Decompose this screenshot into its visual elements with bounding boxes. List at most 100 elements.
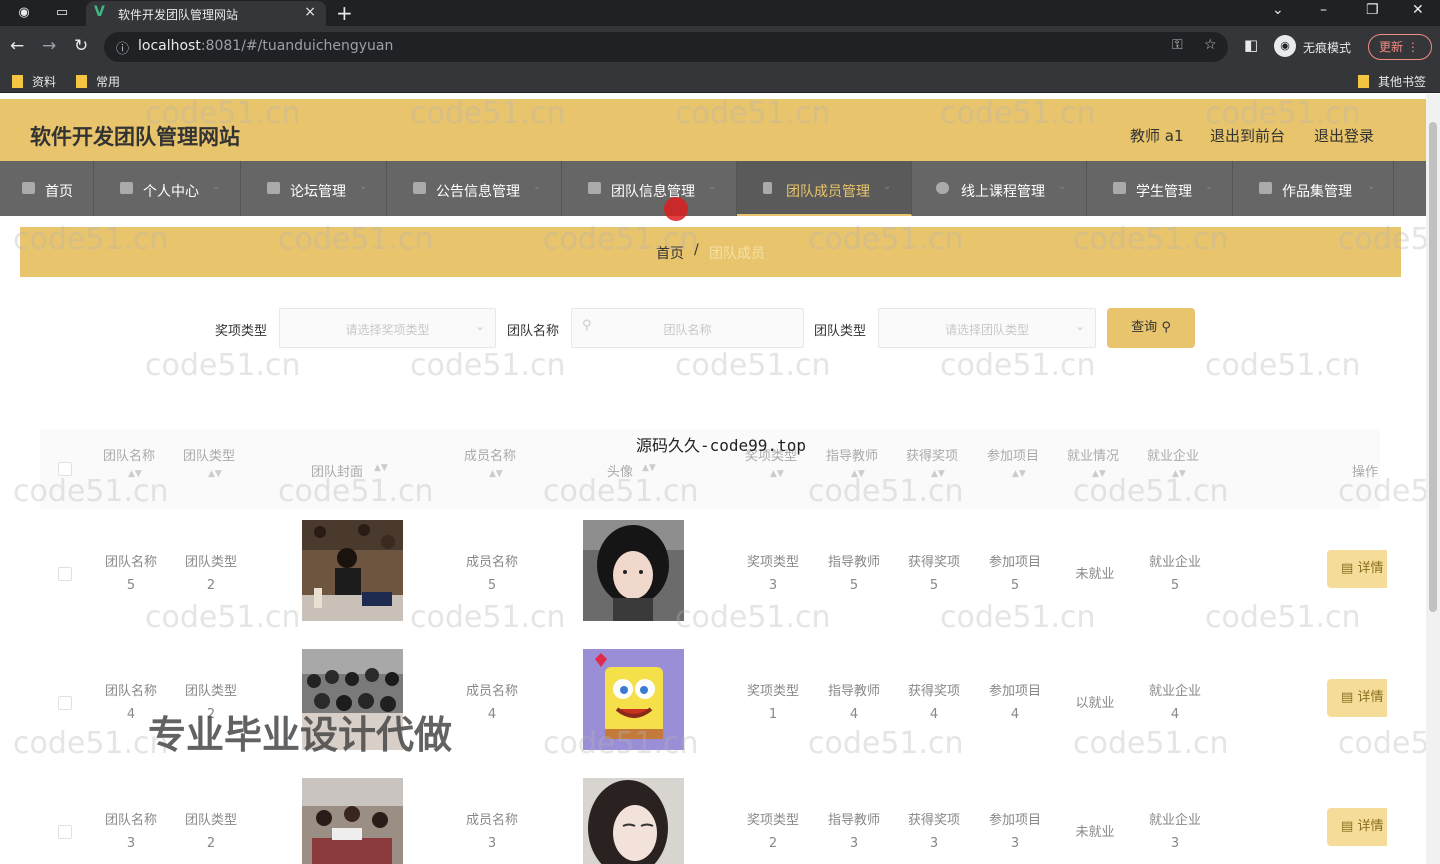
detail-button[interactable]: ▤ 详情: [1327, 550, 1387, 588]
avatar-image[interactable]: [583, 520, 684, 621]
breadcrumb-home[interactable]: 首页: [656, 243, 684, 263]
nav-item-students[interactable]: 学生管理 ⌄: [1087, 161, 1233, 216]
sort-icon[interactable]: ▲▼: [1172, 469, 1186, 479]
header-project[interactable]: 参加项目: [987, 445, 1039, 464]
portfolio-icon: [1259, 182, 1272, 194]
header-prize[interactable]: 获得奖项: [906, 445, 958, 464]
page-scrollbar[interactable]: [1426, 94, 1440, 864]
nav-item-portfolio[interactable]: 作品集管理 ⌄: [1233, 161, 1394, 216]
flag-icon: [1113, 182, 1126, 194]
query-button[interactable]: 查询 ⚲: [1107, 308, 1195, 348]
logout-link[interactable]: 退出登录: [1314, 125, 1374, 146]
avatar-image[interactable]: [583, 778, 684, 864]
cell-text: 团队类型: [184, 555, 237, 570]
nav-item-notice[interactable]: 公告信息管理 ⌄: [387, 161, 562, 216]
team-type-select[interactable]: 请选择团队类型 ⌄: [878, 308, 1096, 348]
cell-member-name: 成员名称 4: [452, 680, 532, 726]
header-employment[interactable]: 就业情况: [1067, 445, 1119, 464]
avatar-photo: [583, 649, 684, 750]
sort-icon[interactable]: ▲▼: [208, 469, 222, 479]
nav-item-profile[interactable]: 个人中心 ⌄: [94, 161, 241, 216]
key-icon[interactable]: ⚿: [1172, 37, 1183, 53]
header-member-name[interactable]: 成员名称: [464, 445, 516, 464]
close-tab-icon[interactable]: ×: [304, 4, 316, 20]
cell-employment: 未就业: [1055, 821, 1135, 844]
breadcrumb: 首页 / 团队成员: [20, 227, 1401, 277]
cell-text: 获得奖项: [907, 813, 960, 828]
nav-item-label: 团队成员管理: [786, 184, 870, 200]
bookmark-star-icon[interactable]: ☆: [1204, 37, 1217, 53]
nav-item-team-info[interactable]: 团队信息管理 ⌄: [562, 161, 737, 216]
detail-button[interactable]: ▤ 详情: [1327, 808, 1387, 846]
header-team-name[interactable]: 团队名称: [103, 445, 155, 464]
tab-list-chevron-icon[interactable]: ⌄: [1272, 2, 1284, 18]
team-cover-image[interactable]: [302, 520, 403, 621]
sort-icon[interactable]: ▲▼: [1012, 469, 1026, 479]
team-cover-image[interactable]: [302, 778, 403, 864]
nav-item-courses[interactable]: 线上课程管理 ⌄: [912, 161, 1087, 216]
cell-text: 团队类型: [184, 813, 237, 828]
nav-item-forum[interactable]: 论坛管理 ⌄: [241, 161, 387, 216]
sort-icon[interactable]: ▲▼: [374, 463, 388, 473]
sort-icon[interactable]: ▲▼: [489, 469, 503, 479]
header-team-cover[interactable]: 团队封面: [311, 461, 363, 480]
cell-text: 参加项目: [988, 684, 1041, 699]
sort-icon[interactable]: ▲▼: [770, 469, 784, 479]
incognito-label: 无痕模式: [1303, 41, 1352, 55]
update-button[interactable]: 更新 ⋮: [1368, 34, 1432, 60]
nav-item-team-members[interactable]: 团队成员管理 ⌄: [737, 161, 912, 216]
scrollbar-thumb[interactable]: [1429, 122, 1437, 612]
cell-team-name: 团队名称 3: [91, 809, 171, 855]
cell-text: 未就业: [1075, 825, 1115, 840]
tab-search-icon[interactable]: ▭: [54, 5, 70, 21]
new-tab-icon[interactable]: +: [336, 1, 353, 25]
bookmark-folder-ziliao[interactable]: 资料: [12, 73, 56, 90]
chevron-down-icon: ⌄: [1058, 181, 1067, 192]
award-type-placeholder: 请选择奖项类型: [345, 323, 430, 337]
other-bookmarks[interactable]: 其他书签: [1358, 73, 1426, 90]
chevron-down-icon: ⌄: [359, 181, 368, 192]
forward-arrow-icon[interactable]: →: [42, 36, 56, 56]
header-company[interactable]: 就业企业: [1147, 445, 1199, 464]
reload-icon[interactable]: ↻: [74, 36, 88, 56]
cell-prize: 获得奖项 5: [894, 551, 974, 597]
browser-menu-icon[interactable]: ◉: [16, 5, 32, 21]
sort-icon[interactable]: ▲▼: [1092, 469, 1106, 479]
nav-item-home[interactable]: 首页: [0, 161, 94, 216]
watermark: code51.cn: [410, 348, 566, 383]
header-teacher[interactable]: 指导教师: [826, 445, 878, 464]
award-type-select[interactable]: 请选择奖项类型 ⌄: [279, 308, 496, 348]
cell-text: 成员名称: [465, 813, 518, 828]
select-all-checkbox[interactable]: [58, 462, 72, 476]
update-label: 更新: [1379, 40, 1404, 54]
course-icon: [936, 182, 949, 194]
site-info-icon[interactable]: ⓘ: [116, 38, 129, 57]
avatar-image[interactable]: [583, 649, 684, 750]
sort-icon[interactable]: ▲▼: [851, 469, 865, 479]
minimize-icon[interactable]: –: [1320, 2, 1327, 18]
back-arrow-icon[interactable]: ←: [10, 36, 24, 56]
team-name-input[interactable]: ⚲ 团队名称: [571, 308, 804, 348]
detail-button[interactable]: ▤ 详情: [1327, 679, 1387, 717]
side-panel-icon[interactable]: ◧: [1244, 36, 1258, 54]
address-bar[interactable]: ⓘ localhost:8081/#/tuanduichengyuan ⚿ ☆: [104, 32, 1228, 62]
row-checkbox[interactable]: [58, 825, 72, 839]
cell-prize: 获得奖项 4: [894, 680, 974, 726]
team-cover-photo: [302, 778, 403, 864]
row-checkbox[interactable]: [58, 567, 72, 581]
incognito-icon[interactable]: ◉: [1274, 35, 1296, 57]
cell-text: 参加项目: [988, 813, 1041, 828]
restore-icon[interactable]: ❐: [1366, 2, 1379, 18]
cell-company: 就业企业 3: [1135, 809, 1215, 855]
sort-icon[interactable]: ▲▼: [931, 469, 945, 479]
sort-icon[interactable]: ▲▼: [642, 463, 656, 473]
back-to-frontend-link[interactable]: 退出到前台: [1210, 125, 1285, 146]
sort-icon[interactable]: ▲▼: [128, 469, 142, 479]
header-team-type[interactable]: 团队类型: [183, 445, 235, 464]
browser-tab[interactable]: V 软件开发团队管理网站 ×: [86, 1, 326, 26]
cell-number: 2: [206, 836, 216, 851]
header-avatar[interactable]: 头像: [607, 461, 633, 480]
window-close-icon[interactable]: ✕: [1412, 2, 1424, 18]
bookmark-folder-changyong[interactable]: 常用: [76, 73, 120, 90]
row-checkbox[interactable]: [58, 696, 72, 710]
